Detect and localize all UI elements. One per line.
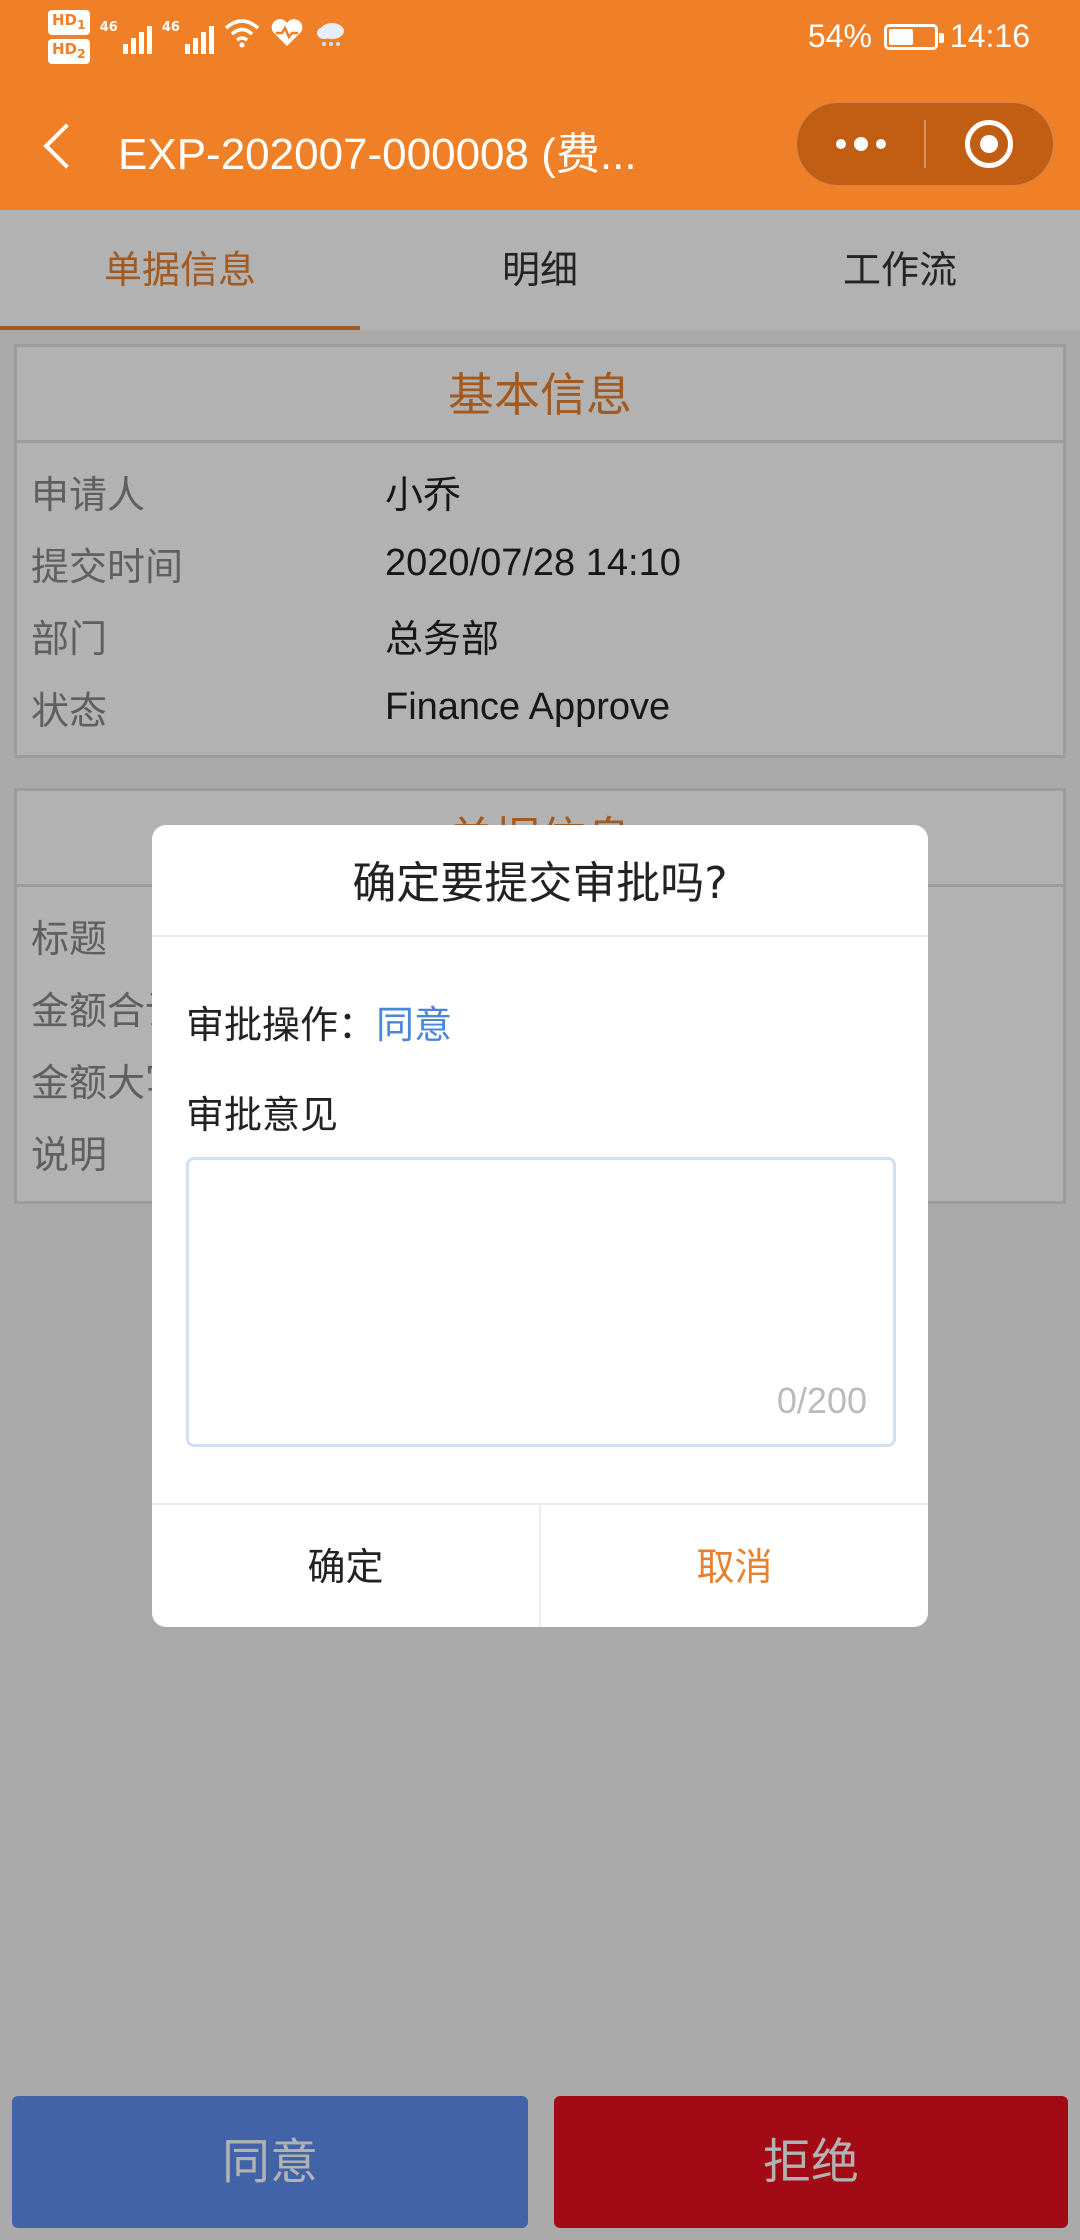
back-icon[interactable] bbox=[36, 118, 86, 178]
battery-percent: 54% bbox=[807, 18, 872, 54]
health-icon bbox=[270, 18, 304, 56]
character-counter: 0/200 bbox=[776, 1380, 867, 1421]
dialog-footer: 确定 取消 bbox=[152, 1503, 928, 1627]
confirm-button[interactable]: 确定 bbox=[152, 1505, 541, 1627]
status-bar: HD1 HD2 46 46 54% 14:16 bbox=[0, 0, 1080, 80]
wifi-icon bbox=[224, 18, 260, 56]
approval-operation: 审批操作：同意 bbox=[186, 995, 894, 1055]
approval-operation-value: 同意 bbox=[376, 1003, 453, 1047]
status-icons-left: HD1 HD2 46 46 bbox=[48, 10, 348, 64]
mini-program-capsule bbox=[796, 102, 1054, 186]
status-icons-right: 54% 14:16 bbox=[808, 18, 1030, 55]
network-type-label: 46 bbox=[99, 20, 118, 35]
confirm-dialog: 确定要提交审批吗? 审批操作：同意 审批意见 0/200 确定 取消 bbox=[152, 825, 928, 1627]
approval-operation-label: 审批操作： bbox=[186, 1003, 377, 1047]
battery-icon bbox=[883, 23, 944, 50]
network-type-label: 46 bbox=[161, 20, 180, 35]
hd1-badge: HD1 bbox=[48, 10, 90, 35]
page-title: EXP-202007-000008 (费... bbox=[118, 130, 637, 179]
dialog-body: 审批操作：同意 审批意见 0/200 bbox=[152, 937, 928, 1447]
approval-opinion-textarea[interactable]: 0/200 bbox=[186, 1157, 896, 1447]
dialog-title: 确定要提交审批吗? bbox=[152, 825, 928, 937]
hd2-badge: HD2 bbox=[48, 39, 90, 64]
signal-icon: 46 bbox=[100, 20, 152, 54]
navigation-bar: EXP-202007-000008 (费... bbox=[0, 80, 1080, 210]
more-icon[interactable] bbox=[797, 103, 924, 185]
weather-cloud-icon bbox=[314, 18, 348, 56]
signal-icon: 46 bbox=[162, 20, 214, 54]
hd-icon: HD1 HD2 bbox=[48, 10, 90, 64]
approval-opinion-label: 审批意见 bbox=[186, 1093, 339, 1137]
top-bar: HD1 HD2 46 46 54% 14:16 EXP-202007-00000… bbox=[0, 0, 1080, 210]
close-target-icon[interactable] bbox=[926, 103, 1053, 185]
cancel-button[interactable]: 取消 bbox=[541, 1505, 928, 1627]
clock: 14:16 bbox=[949, 18, 1030, 54]
